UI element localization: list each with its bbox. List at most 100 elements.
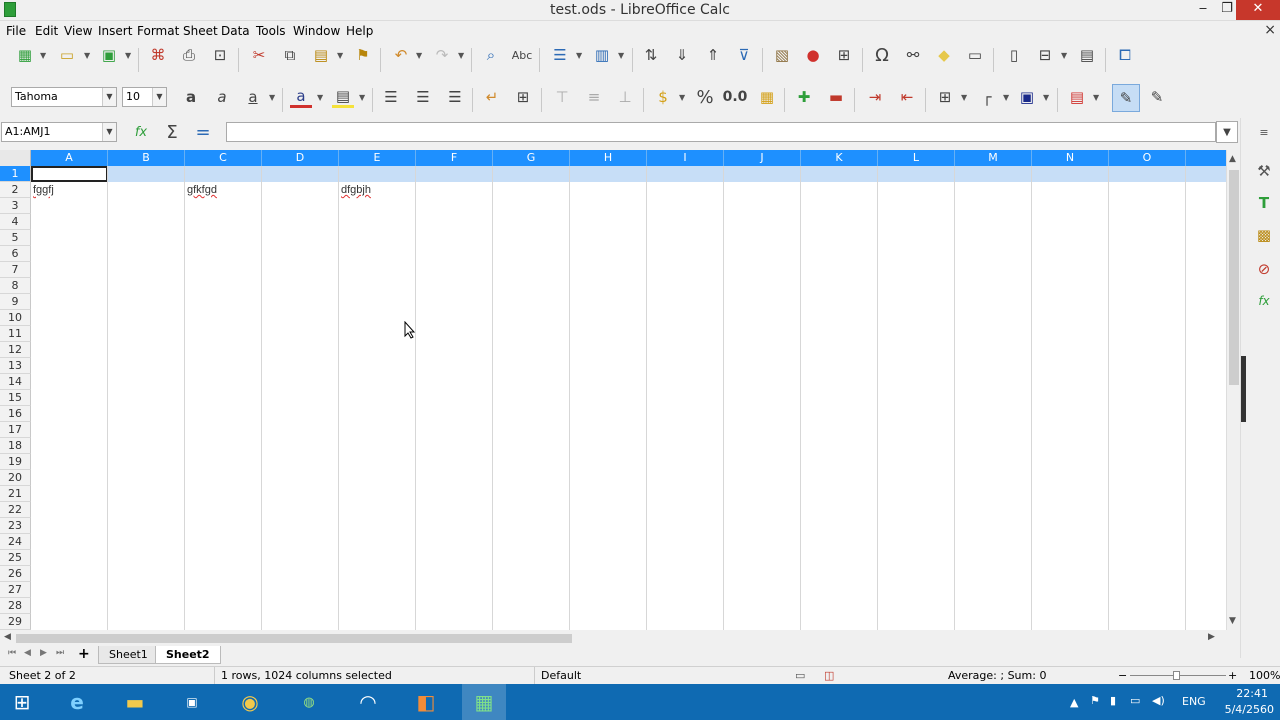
scroll-down-icon[interactable]: ▼ xyxy=(1229,616,1236,626)
zoom-slider-handle[interactable] xyxy=(1173,671,1180,680)
align-middle-icon[interactable]: ≡ xyxy=(583,86,605,108)
show-hidden-icons-icon[interactable]: ▲ xyxy=(1070,696,1078,709)
wrap-text-icon[interactable]: ↵ xyxy=(481,86,503,108)
increase-indent-icon[interactable]: ⇥ xyxy=(864,86,886,108)
document-modified-icon[interactable]: ◫ xyxy=(824,669,834,682)
draw-line-icon[interactable]: ✎ xyxy=(1146,86,1168,108)
menu-view[interactable]: View xyxy=(64,24,92,38)
align-right-icon[interactable]: ☰ xyxy=(444,86,466,108)
functions-icon[interactable]: fx xyxy=(1253,290,1275,312)
sidebar-menu-icon[interactable]: ≡ xyxy=(1253,122,1275,144)
menu-insert[interactable]: Insert xyxy=(98,24,132,38)
properties-icon[interactable]: ⚒ xyxy=(1253,160,1275,182)
menu-sheet[interactable]: Sheet xyxy=(183,24,218,38)
row-header-1[interactable]: 1 xyxy=(0,166,31,182)
percent-format-icon[interactable]: % xyxy=(694,86,716,108)
column-icon[interactable]: ▥ xyxy=(591,44,613,66)
next-sheet-icon[interactable]: ▶ xyxy=(40,648,47,658)
redo-dropdown-icon[interactable]: ▼ xyxy=(458,44,466,66)
special-character-icon[interactable]: Ω xyxy=(871,44,893,66)
row-header-10[interactable]: 10 xyxy=(0,310,31,326)
close-document-icon[interactable]: × xyxy=(1264,22,1276,38)
action-center-icon[interactable]: ⚑ xyxy=(1090,694,1100,707)
row-header-2[interactable]: 2 xyxy=(0,182,31,198)
borders-icon[interactable]: ⊞ xyxy=(934,86,956,108)
row-header-7[interactable]: 7 xyxy=(0,262,31,278)
menu-tools[interactable]: Tools xyxy=(256,24,286,38)
zoom-out-icon[interactable]: − xyxy=(1118,669,1127,682)
row-header-13[interactable]: 13 xyxy=(0,358,31,374)
column-header-o[interactable]: O xyxy=(1109,150,1186,166)
bold-icon[interactable]: a xyxy=(180,86,202,108)
row-header-29[interactable]: 29 xyxy=(0,614,31,630)
vertical-scroll-thumb[interactable] xyxy=(1229,170,1239,385)
add-decimal-icon[interactable]: ✚ xyxy=(793,86,815,108)
nox-icon[interactable]: ◍ xyxy=(287,684,331,720)
cell-c2[interactable]: gfkfgd xyxy=(187,184,217,196)
open-folder-icon[interactable]: ▭ xyxy=(56,44,78,66)
row-header-19[interactable]: 19 xyxy=(0,454,31,470)
print-preview-icon[interactable]: ⊡ xyxy=(209,44,231,66)
define-print-area-icon[interactable]: ▯ xyxy=(1003,44,1025,66)
currency-format-icon[interactable]: $ xyxy=(652,86,674,108)
delete-decimal-icon[interactable]: ▬ xyxy=(825,86,847,108)
function-wizard-icon[interactable]: fx xyxy=(130,121,152,143)
column-header-c[interactable]: C xyxy=(185,150,262,166)
align-left-icon[interactable]: ☰ xyxy=(380,86,402,108)
column-header-a[interactable]: A xyxy=(31,150,108,166)
row-header-12[interactable]: 12 xyxy=(0,342,31,358)
scroll-left-icon[interactable]: ◀ xyxy=(4,632,11,642)
merge-cells-icon[interactable]: ⊞ xyxy=(512,86,534,108)
hyperlink-icon[interactable]: ⚯ xyxy=(902,44,924,66)
borders-dropdown-icon[interactable]: ▼ xyxy=(961,86,969,108)
column-header-f[interactable]: F xyxy=(416,150,493,166)
row-header-6[interactable]: 6 xyxy=(0,246,31,262)
start-windows-icon[interactable]: ⊞ xyxy=(0,684,44,720)
media-player-icon[interactable]: ▣ xyxy=(170,684,214,720)
new-document-icon[interactable]: ▦ xyxy=(14,44,36,66)
row-header-5[interactable]: 5 xyxy=(0,230,31,246)
clock-date[interactable]: 5/4/2560 xyxy=(1222,703,1274,716)
font-color-icon[interactable]: a xyxy=(290,86,312,108)
row-header-20[interactable]: 20 xyxy=(0,470,31,486)
find-replace-icon[interactable]: ⌕ xyxy=(480,44,502,66)
column-header-i[interactable]: I xyxy=(647,150,724,166)
row-header-24[interactable]: 24 xyxy=(0,534,31,550)
split-window-icon[interactable]: ▤ xyxy=(1076,44,1098,66)
row-header-23[interactable]: 23 xyxy=(0,518,31,534)
column-header-l[interactable]: L xyxy=(878,150,955,166)
align-center-icon[interactable]: ☰ xyxy=(412,86,434,108)
row-header-25[interactable]: 25 xyxy=(0,550,31,566)
power-icon[interactable]: ▮ xyxy=(1110,694,1116,707)
redo-icon[interactable]: ↷ xyxy=(431,44,453,66)
copy-icon[interactable]: ⧉ xyxy=(279,44,301,66)
spelling-icon[interactable]: Abc xyxy=(511,44,533,66)
freeze-dropdown-icon[interactable]: ▼ xyxy=(1061,44,1069,66)
print-icon[interactable]: ⎙ xyxy=(178,44,200,66)
cell-e2[interactable]: dfgbjh xyxy=(341,184,371,196)
close-button[interactable]: ✕ xyxy=(1236,0,1280,20)
selection-mode-icon[interactable]: ▭ xyxy=(795,669,805,682)
column-header-m[interactable]: M xyxy=(955,150,1032,166)
conditional-format-icon[interactable]: ▤ xyxy=(1066,86,1088,108)
page-style[interactable]: Default xyxy=(541,669,581,682)
background-color-dropdown-icon[interactable]: ▼ xyxy=(359,86,367,108)
show-draw-functions-icon[interactable]: ⧠ xyxy=(1114,44,1136,66)
scroll-up-icon[interactable]: ▲ xyxy=(1229,154,1236,164)
row-icon[interactable]: ☰ xyxy=(549,44,571,66)
headers-footers-icon[interactable]: ▭ xyxy=(964,44,986,66)
column-header-h[interactable]: H xyxy=(570,150,647,166)
aggregate-values[interactable]: Average: ; Sum: 0 xyxy=(948,669,1046,682)
horizontal-scrollbar[interactable]: ◀ ▶ xyxy=(0,630,1226,646)
background-color-icon[interactable]: ▤ xyxy=(332,86,354,108)
autofilter-icon[interactable]: ⊽ xyxy=(733,44,755,66)
save-icon[interactable]: ▣ xyxy=(98,44,120,66)
chevron-down-icon[interactable]: ▼ xyxy=(102,88,116,106)
underline-icon[interactable]: a xyxy=(242,86,264,108)
number-format-icon[interactable]: 0.0 xyxy=(723,86,748,108)
libreoffice-calc-taskbar-icon[interactable]: ▦ xyxy=(462,684,506,720)
formula-input[interactable] xyxy=(226,122,1216,142)
sort-icon[interactable]: ⇅ xyxy=(640,44,662,66)
font-name-combo[interactable]: Tahoma ▼ xyxy=(11,87,117,107)
network-icon[interactable]: ▭ xyxy=(1130,694,1140,707)
